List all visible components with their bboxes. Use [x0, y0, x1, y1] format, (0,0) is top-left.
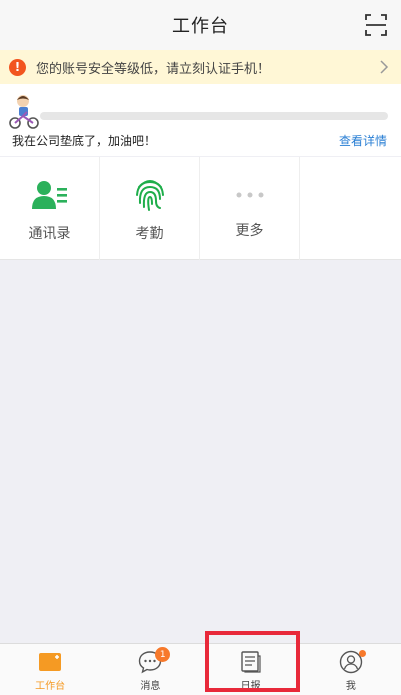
- page-title: 工作台: [172, 16, 229, 37]
- tab-messages[interactable]: 1 消息: [100, 644, 200, 695]
- tab-label: 我: [345, 681, 356, 692]
- unread-badge: 1: [155, 647, 171, 662]
- app-label: 通讯录: [28, 226, 71, 242]
- tab-daily-report[interactable]: 日报: [201, 644, 301, 695]
- tab-workbench[interactable]: 工作台: [0, 644, 100, 695]
- app-label: 更多: [235, 223, 264, 239]
- bottom-tab-bar: 工作台 1 消息 日报 我: [0, 643, 401, 695]
- top-header: 工作台: [0, 0, 401, 50]
- fingerprint-icon: [130, 177, 170, 213]
- scan-icon[interactable]: [365, 14, 387, 36]
- ranking-message: 我在公司垫底了，加油吧！: [12, 134, 157, 148]
- app-attendance[interactable]: 考勤: [100, 157, 200, 260]
- tab-label: 日报: [240, 681, 261, 692]
- app-label: 考勤: [135, 226, 164, 242]
- tab-label: 消息: [140, 681, 161, 692]
- ranking-progress-card: 我在公司垫底了，加油吧！ 查看详情: [0, 84, 401, 156]
- more-dots-icon: [230, 177, 270, 213]
- daily-report-icon: [240, 651, 261, 673]
- ranking-progress-track: [40, 112, 388, 120]
- cyclist-icon: [9, 95, 39, 129]
- tab-me[interactable]: 我: [301, 644, 401, 695]
- view-details-link[interactable]: 查看详情: [339, 132, 387, 149]
- app-grid: 通讯录 考勤 更多: [0, 157, 401, 260]
- chevron-right-icon: [380, 60, 389, 74]
- warning-text: 您的账号安全等级低，请立刻认证手机！: [36, 61, 271, 77]
- workbench-icon: [39, 653, 61, 671]
- warning-icon: !: [9, 58, 26, 76]
- contacts-icon: [30, 177, 70, 213]
- app-contacts[interactable]: 通讯录: [0, 157, 100, 260]
- tab-label: 工作台: [35, 681, 66, 692]
- app-empty-slot: [300, 157, 401, 260]
- security-warning-bar[interactable]: ! 您的账号安全等级低，请立刻认证手机！: [0, 50, 401, 84]
- notification-dot: [358, 650, 366, 657]
- app-more[interactable]: 更多: [200, 157, 300, 260]
